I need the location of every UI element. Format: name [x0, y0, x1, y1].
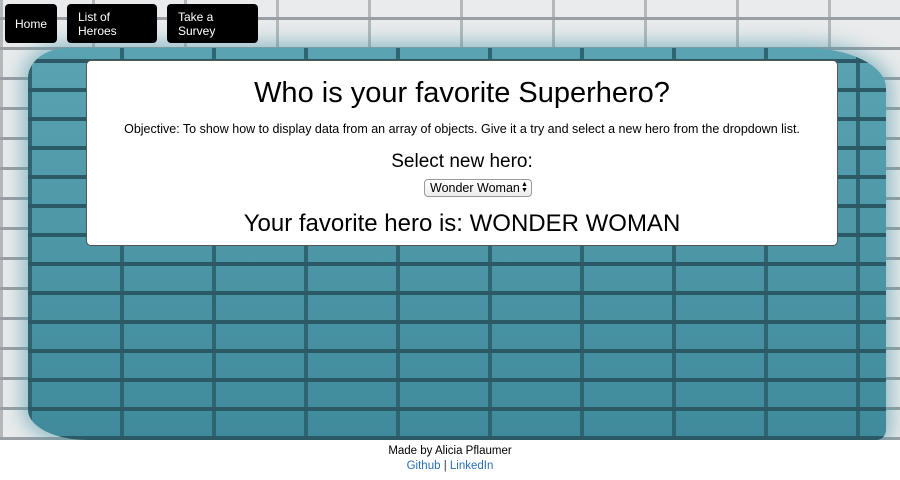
page-title: Who is your favorite Superhero? [254, 77, 670, 109]
linkedin-link[interactable]: LinkedIn [450, 460, 493, 472]
hero-select-dropdown[interactable]: Wonder Woman ▲ ▼ [424, 179, 532, 197]
made-by-text: Made by Alicia Pflaumer [388, 445, 512, 457]
result-prefix: Your favorite hero is: [243, 210, 463, 237]
nav-take-survey-button[interactable]: Take a Survey [167, 4, 258, 43]
nav-list-of-heroes-button[interactable]: List of Heroes [67, 4, 157, 43]
favorite-hero-card: Who is your favorite Superhero? Objectiv… [86, 60, 838, 246]
select-hero-label: Select new hero: [391, 151, 533, 172]
nav-home-button[interactable]: Home [5, 4, 57, 43]
hero-select-value: Wonder Woman [430, 181, 520, 195]
top-nav: Home List of Heroes Take a Survey [5, 4, 258, 43]
github-link[interactable]: Github [407, 460, 441, 472]
up-down-arrows-icon: ▲ ▼ [520, 181, 528, 194]
objective-text: Objective: To show how to display data f… [124, 122, 800, 136]
footer: Made by Alicia Pflaumer Github | LinkedI… [0, 444, 900, 474]
link-separator: | [443, 460, 447, 472]
favorite-hero-result: Your favorite hero is: WONDER WOMAN [87, 210, 837, 238]
footer-links: Github | LinkedIn [0, 459, 900, 474]
result-hero-name: WONDER WOMAN [469, 210, 681, 237]
